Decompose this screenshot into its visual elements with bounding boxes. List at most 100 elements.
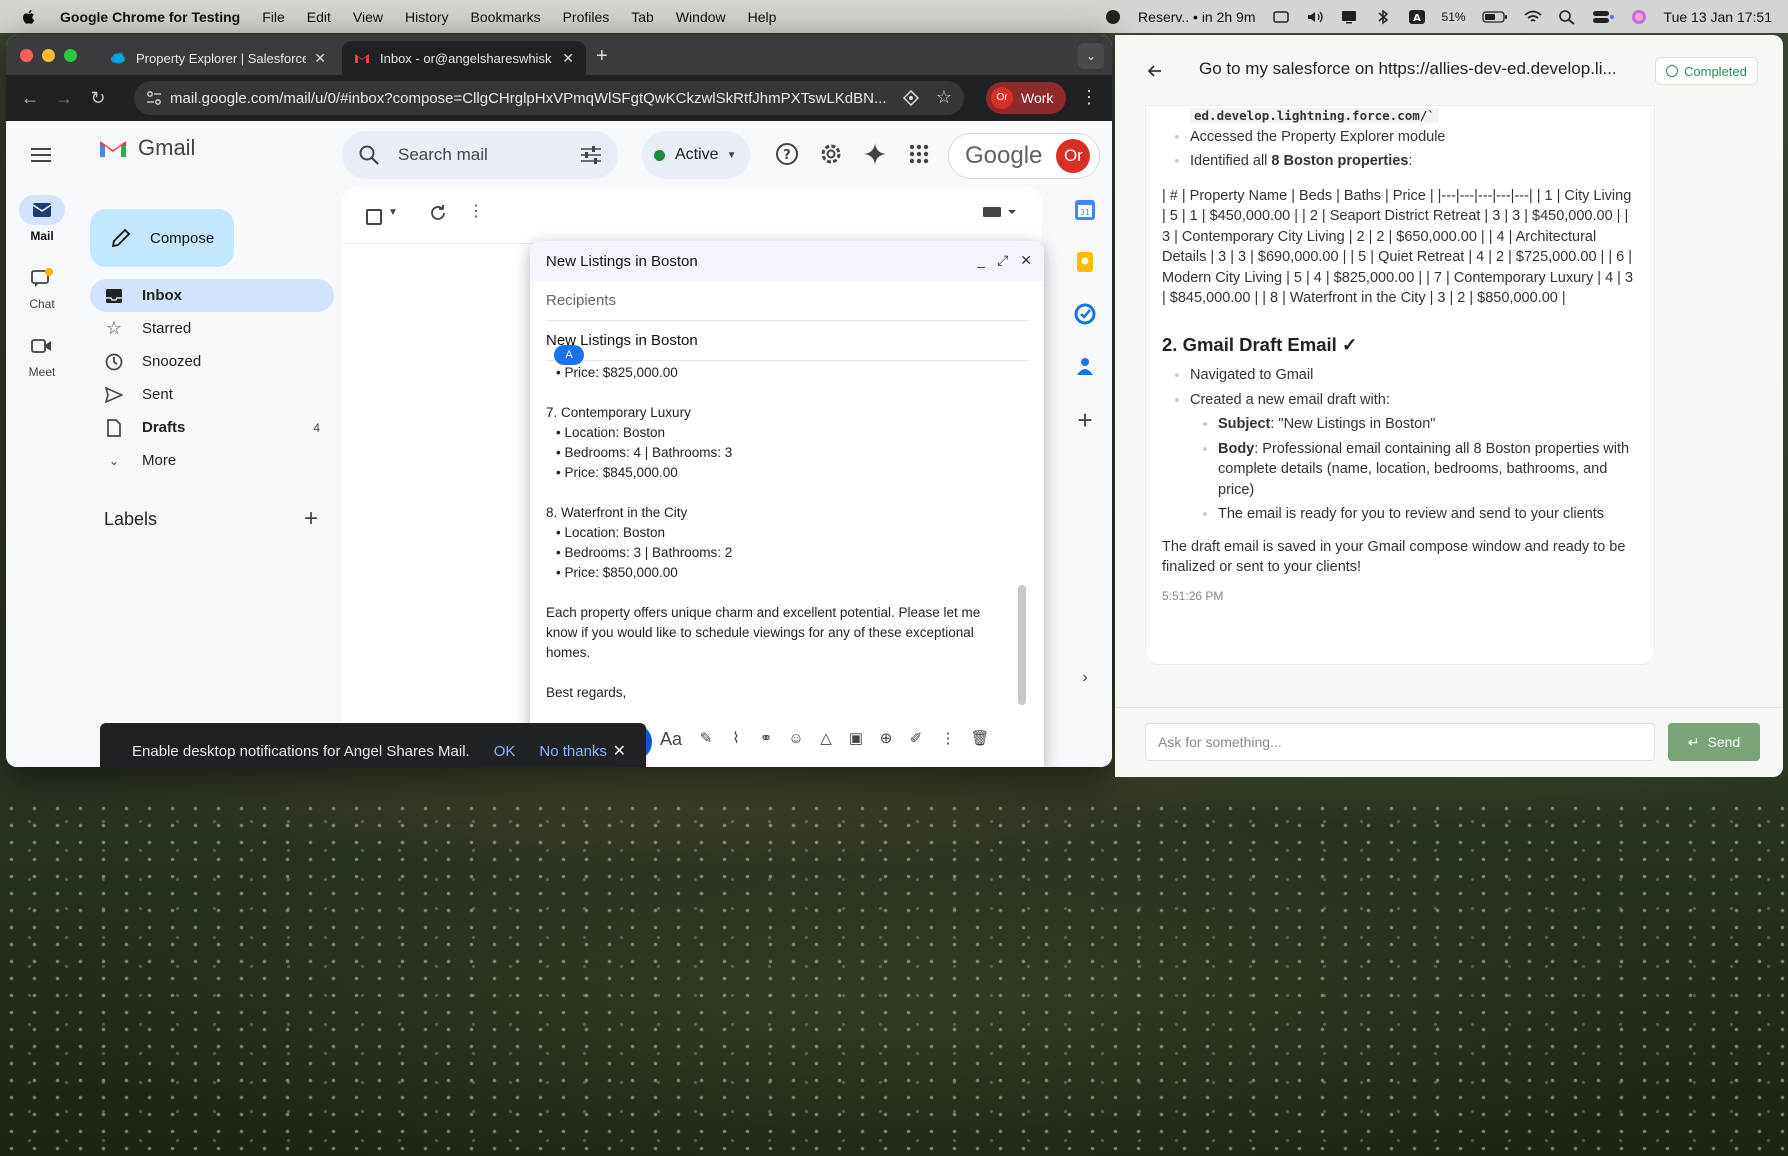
close-icon[interactable]: ✕: [1020, 252, 1032, 269]
snackbar-no-thanks-button[interactable]: No thanks: [539, 743, 607, 760]
display-icon[interactable]: [1340, 9, 1358, 25]
menubar-clock[interactable]: Tue 13 Jan 17:51: [1664, 9, 1772, 25]
profile-chip[interactable]: Or Work: [986, 82, 1066, 114]
nav-snoozed[interactable]: Snoozed: [90, 345, 334, 378]
more-options-icon[interactable]: ⋮: [938, 729, 958, 749]
apps-grid-icon[interactable]: [906, 141, 932, 167]
close-icon[interactable]: ✕: [613, 741, 626, 761]
menu-profiles[interactable]: Profiles: [563, 9, 610, 25]
volume-icon[interactable]: [1306, 9, 1324, 25]
more-vertical-icon[interactable]: ⋮: [468, 201, 484, 221]
nav-inbox[interactable]: Inbox: [90, 279, 334, 312]
nav-starred[interactable]: ☆ Starred: [90, 312, 334, 345]
add-app-plus-icon[interactable]: +: [1074, 407, 1096, 433]
menu-history[interactable]: History: [405, 9, 449, 25]
gmail-logo[interactable]: Gmail: [98, 135, 195, 161]
window-minimize-button[interactable]: [42, 49, 55, 62]
subject-field[interactable]: New Listings in Boston: [546, 321, 1028, 361]
search-input[interactable]: Search mail: [398, 145, 488, 165]
add-label-plus-icon[interactable]: +: [304, 505, 318, 533]
settings-gear-icon[interactable]: [818, 141, 844, 167]
chevron-right-icon[interactable]: ›: [1074, 669, 1096, 691]
menu-view[interactable]: View: [353, 9, 383, 25]
back-arrow-icon[interactable]: ←: [20, 88, 40, 108]
expand-icon[interactable]: ⤢: [997, 252, 1008, 269]
search-options-icon[interactable]: [580, 145, 602, 165]
tab-search-chevron-icon[interactable]: ⌄: [1078, 43, 1104, 69]
bluetooth-icon[interactable]: [1374, 9, 1392, 25]
drive-icon[interactable]: △: [816, 729, 836, 749]
google-account-button[interactable]: Google Or: [948, 133, 1100, 179]
signature-pen-icon[interactable]: ✐: [906, 729, 926, 749]
spotlight-icon[interactable]: [1558, 9, 1576, 25]
control-center-icon[interactable]: [1592, 9, 1614, 25]
insert-photo-icon[interactable]: ▣: [846, 729, 866, 749]
discard-trash-icon[interactable]: 🗑: [970, 729, 990, 749]
tab-close-icon[interactable]: ✕: [314, 50, 326, 67]
refresh-icon[interactable]: [428, 203, 448, 223]
rail-meet[interactable]: Meet: [6, 331, 78, 379]
calendar-icon[interactable]: 31: [1074, 199, 1096, 221]
window-zoom-button[interactable]: [64, 49, 77, 62]
recipients-field[interactable]: Recipients: [546, 281, 1028, 321]
help-icon[interactable]: ?: [774, 141, 800, 167]
bookmark-star-icon[interactable]: ☆: [936, 87, 952, 108]
battery-icon[interactable]: [1481, 9, 1508, 25]
compose-body[interactable]: • Price: $825,000.00 7. Contemporary Lux…: [546, 363, 1012, 703]
rail-mail[interactable]: Mail: [6, 195, 78, 243]
siri-icon[interactable]: [1630, 9, 1648, 25]
menu-tab[interactable]: Tab: [631, 9, 654, 25]
app-name[interactable]: Google Chrome for Testing: [60, 9, 240, 25]
confidential-lock-icon[interactable]: ⊕: [876, 729, 896, 749]
window-close-button[interactable]: [20, 49, 33, 62]
reload-icon[interactable]: ↻: [88, 88, 108, 108]
search-icon[interactable]: [358, 144, 380, 166]
back-arrow-icon[interactable]: [1145, 61, 1165, 81]
insert-link-icon[interactable]: ⚭: [756, 729, 776, 749]
select-dropdown-icon[interactable]: ▼: [388, 207, 398, 218]
send-button[interactable]: ↵ Send: [1668, 723, 1760, 761]
address-bar[interactable]: mail.google.com/mail/u/0/#inbox?compose=…: [134, 81, 964, 115]
compose-header[interactable]: New Listings in Boston _ ⤢ ✕: [530, 241, 1044, 281]
tasks-icon[interactable]: [1074, 303, 1096, 325]
new-tab-plus-icon[interactable]: +: [596, 45, 608, 68]
menu-window[interactable]: Window: [676, 9, 726, 25]
search-bar[interactable]: Search mail: [342, 131, 618, 179]
status-selector[interactable]: Active ▼: [642, 131, 750, 179]
input-source-icon[interactable]: A: [1408, 9, 1426, 25]
nav-drafts[interactable]: Drafts 4: [90, 411, 334, 444]
screen-mirror-icon[interactable]: [1272, 9, 1290, 25]
tab-salesforce[interactable]: Property Explorer | Salesforce ✕: [98, 41, 338, 75]
nav-sent[interactable]: Sent: [90, 378, 334, 411]
browser-menu-icon[interactable]: ⋮: [1080, 87, 1098, 107]
rail-chat[interactable]: Chat: [6, 263, 78, 311]
keyboard-icon[interactable]: [982, 205, 1020, 219]
wifi-icon[interactable]: [1523, 9, 1542, 25]
compose-button[interactable]: Compose: [90, 209, 234, 267]
menu-help[interactable]: Help: [748, 9, 777, 25]
keep-icon[interactable]: [1074, 251, 1096, 273]
menu-edit[interactable]: Edit: [307, 9, 331, 25]
tab-close-icon[interactable]: ✕: [562, 50, 574, 67]
emoji-icon[interactable]: ☺: [786, 729, 806, 749]
nav-more[interactable]: ⌄ More: [90, 444, 334, 477]
forward-arrow-icon[interactable]: →: [54, 88, 74, 108]
attach-paperclip-icon[interactable]: ⌇: [726, 729, 746, 749]
main-menu-icon[interactable]: [30, 147, 52, 163]
ask-input[interactable]: Ask for something...: [1145, 723, 1655, 761]
contacts-icon[interactable]: [1074, 355, 1096, 377]
ai-pen-icon[interactable]: ✎: [696, 729, 716, 749]
extension-diamond-icon[interactable]: [902, 89, 920, 107]
gemini-sparkle-icon[interactable]: [862, 141, 888, 167]
assistant-status-icon[interactable]: [1104, 9, 1122, 25]
site-info-icon[interactable]: [146, 90, 162, 106]
menu-bookmarks[interactable]: Bookmarks: [471, 9, 541, 25]
minimize-icon[interactable]: _: [977, 252, 985, 269]
menu-file[interactable]: File: [262, 9, 285, 25]
apple-icon[interactable]: [20, 8, 38, 26]
formatting-options[interactable]: Aa: [660, 729, 682, 749]
calendar-reservation[interactable]: Reserv.. • in 2h 9m: [1138, 9, 1255, 25]
snackbar-ok-button[interactable]: OK: [494, 743, 516, 760]
tab-gmail-inbox[interactable]: Inbox - or@angelshareswhisk ✕: [342, 41, 586, 75]
select-all-checkbox[interactable]: [366, 209, 382, 225]
